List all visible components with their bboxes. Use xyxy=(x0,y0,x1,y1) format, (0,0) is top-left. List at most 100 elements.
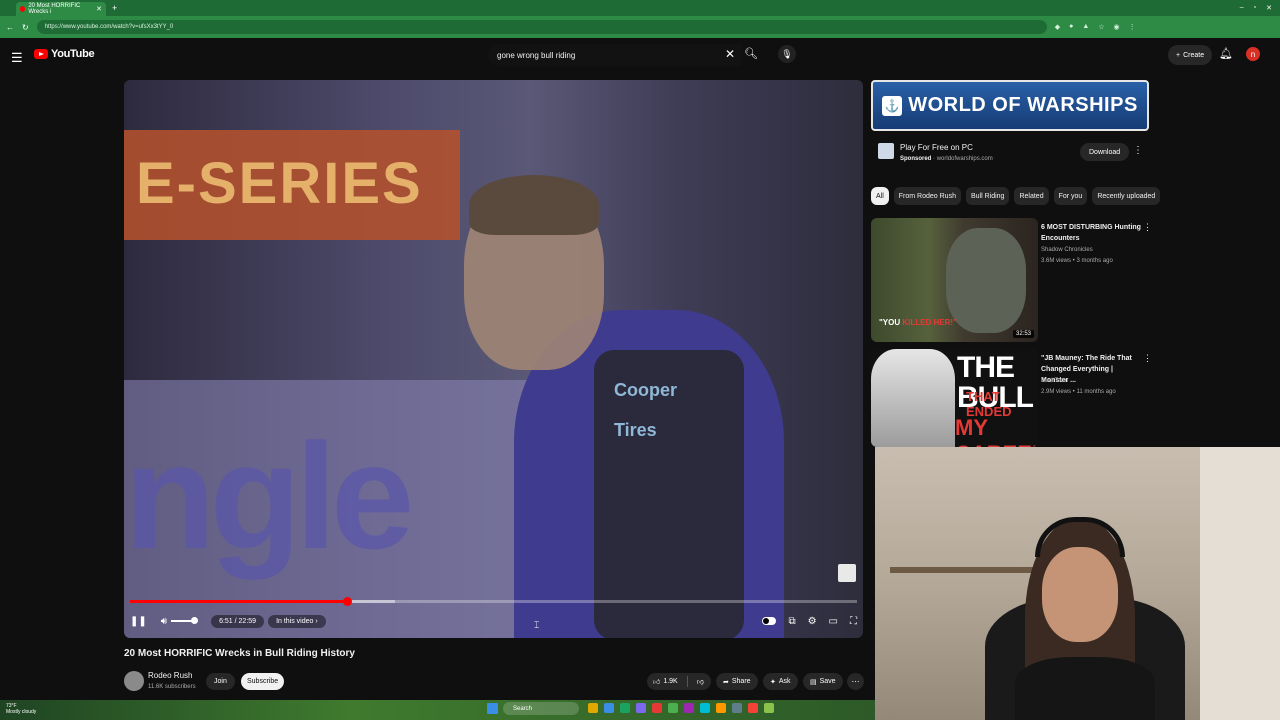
back-icon[interactable]: ← xyxy=(6,23,14,32)
channel-name[interactable]: Rodeo Rush xyxy=(148,671,192,680)
video-thumbnail[interactable]: "YOU KILLED HER!" 32:53 xyxy=(871,218,1038,342)
obs-icon[interactable] xyxy=(748,703,758,713)
chip-bull-riding[interactable]: Bull Riding xyxy=(965,187,1010,205)
account-avatar[interactable]: n xyxy=(1246,47,1260,61)
extension-icon[interactable]: ◆ xyxy=(1055,23,1060,31)
recommended-video[interactable]: "YOU KILLED HER!" 32:53 6 MOST DISTURBIN… xyxy=(871,218,1152,342)
recommended-video-channel[interactable]: Shadow Chronicles xyxy=(1041,247,1093,253)
progress-bar[interactable] xyxy=(130,597,857,606)
like-dislike-group: 👍︎ 1.9K 👎︎ xyxy=(647,673,711,690)
video-thumbnail[interactable]: THE BULL THAT ENDED MY CAREER xyxy=(871,349,1038,447)
save-icon: ▤ xyxy=(810,678,817,686)
recommended-video-title[interactable]: 6 MOST DISTURBING Hunting Encounters xyxy=(1041,222,1141,244)
youtube-logo[interactable]: YouTube xyxy=(34,48,95,60)
taskbar-search[interactable]: Search xyxy=(503,702,579,715)
sponsored-label: Sponsored xyxy=(900,156,932,162)
volume-icon[interactable]: 🔊︎ xyxy=(161,616,167,627)
webcam-hoodie xyxy=(1015,657,1155,720)
chip-recently-uploaded[interactable]: Recently uploaded xyxy=(1092,187,1161,205)
close-tab-icon[interactable]: ✕ xyxy=(96,5,102,13)
weather-desc: Mostly cloudy xyxy=(6,709,37,715)
ad-advertiser-icon[interactable] xyxy=(878,143,894,159)
app-icon[interactable] xyxy=(732,703,742,713)
youtube-play-icon xyxy=(34,49,48,59)
chip-from-channel[interactable]: From Rodeo Rush xyxy=(893,187,961,205)
profile-icon[interactable]: ◉ xyxy=(1114,23,1120,31)
address-bar[interactable]: https://www.youtube.com/watch?v=ufsXx3tY… xyxy=(36,20,1047,34)
recommended-video-more-icon[interactable]: ⋮ xyxy=(1143,353,1152,364)
start-button-icon[interactable] xyxy=(487,703,498,714)
more-actions-icon[interactable]: ⋯ xyxy=(847,673,864,690)
volume-slider[interactable] xyxy=(171,617,199,624)
app-icon[interactable] xyxy=(684,703,694,713)
app-icon[interactable] xyxy=(652,703,662,713)
microphone-icon[interactable]: 🎙︎ xyxy=(778,45,796,63)
close-window-icon[interactable]: ✕ xyxy=(1266,4,1272,12)
join-button[interactable]: Join xyxy=(206,673,235,690)
theater-mode-icon[interactable]: ▭ xyxy=(829,616,838,627)
chapters-button[interactable]: In this video › xyxy=(268,614,326,628)
extension-icon[interactable]: ● xyxy=(1069,23,1073,31)
recommended-video-meta: 3.6M views • 3 months ago xyxy=(1041,258,1113,264)
maximize-icon[interactable]: ▫ xyxy=(1254,4,1256,12)
recommended-video-more-icon[interactable]: ⋮ xyxy=(1143,222,1152,233)
like-count[interactable]: 1.9K xyxy=(663,678,677,685)
app-icon[interactable] xyxy=(700,703,710,713)
menu-icon[interactable]: ☰ xyxy=(11,50,23,66)
share-icon: ➦ xyxy=(723,678,729,686)
dislike-icon[interactable]: 👎︎ xyxy=(697,677,704,686)
reload-icon[interactable]: ↻ xyxy=(22,23,29,32)
mouse-cursor-icon: ⌶ xyxy=(534,620,540,630)
create-button[interactable]: + Create xyxy=(1168,45,1213,65)
ad-more-icon[interactable]: ⋮ xyxy=(1133,145,1143,156)
chapters-label: In this video xyxy=(276,617,314,625)
ad-banner[interactable]: ⚓ WORLD OF WARSHIPS xyxy=(871,80,1149,131)
chip-related[interactable]: Related xyxy=(1014,187,1049,205)
new-tab-button[interactable]: + xyxy=(112,3,117,13)
fullscreen-icon[interactable]: ⛶ xyxy=(850,616,857,627)
autoplay-toggle[interactable] xyxy=(762,617,777,625)
thumbnail-caption-a: "YOU xyxy=(879,318,903,327)
bookmark-star-icon[interactable]: ☆ xyxy=(1098,23,1104,31)
ask-button[interactable]: ✦ Ask xyxy=(763,673,798,690)
chrome-icon[interactable] xyxy=(668,703,678,713)
progress-scrubber[interactable] xyxy=(342,597,352,606)
pause-icon[interactable]: ❚❚ xyxy=(130,616,147,627)
edge-icon[interactable] xyxy=(604,703,614,713)
subtitles-icon[interactable]: ⧉ xyxy=(788,616,795,627)
ad-download-button[interactable]: Download xyxy=(1080,143,1130,161)
discord-icon[interactable] xyxy=(636,703,646,713)
file-explorer-icon[interactable] xyxy=(588,703,598,713)
video-frame-wall-text: ngle xyxy=(124,412,414,580)
share-button[interactable]: ➦ Share xyxy=(716,673,758,690)
app-icon[interactable] xyxy=(764,703,774,713)
like-icon[interactable]: 👍︎ xyxy=(653,677,660,686)
app-icon[interactable] xyxy=(716,703,726,713)
weather-widget[interactable]: 73°F Mostly cloudy xyxy=(6,703,36,715)
create-label: Create xyxy=(1183,51,1205,59)
settings-gear-icon[interactable]: ⚙ xyxy=(808,616,817,627)
channel-watermark-icon[interactable] xyxy=(838,564,856,582)
browser-tab[interactable]: 20 Most HORRIFIC Wrecks i ✕ xyxy=(16,2,106,16)
clear-search-icon[interactable]: ✕ xyxy=(725,47,735,61)
search-query: gone wrong bull riding xyxy=(497,50,576,60)
save-button[interactable]: ▤ Save xyxy=(803,673,843,690)
channel-avatar[interactable] xyxy=(124,671,144,691)
search-input[interactable]: gone wrong bull riding xyxy=(488,44,742,66)
notifications-bell-icon[interactable]: 🔔︎ xyxy=(1219,47,1233,60)
recommended-video-channel[interactable]: BuckTown xyxy=(1041,378,1068,384)
minimize-icon[interactable]: – xyxy=(1240,4,1244,12)
webcam-person-face xyxy=(1042,547,1118,642)
ad-title[interactable]: Play For Free on PC xyxy=(900,143,973,152)
chip-for-you[interactable]: For you xyxy=(1053,187,1088,205)
taskbar-search-label: Search xyxy=(513,705,533,712)
share-label: Share xyxy=(731,678,751,685)
search-icon[interactable]: 🔍︎ xyxy=(744,47,758,60)
taskbar-apps xyxy=(588,703,774,713)
subscribe-button[interactable]: Subscribe xyxy=(241,673,285,690)
chip-all[interactable]: All xyxy=(871,187,889,205)
browser-menu-icon[interactable]: ⋮ xyxy=(1129,23,1136,31)
spotify-icon[interactable] xyxy=(620,703,630,713)
extension-icon[interactable]: ▲ xyxy=(1082,23,1089,31)
video-player[interactable]: E-SERIES ngle Cooper Tires xyxy=(124,80,863,638)
